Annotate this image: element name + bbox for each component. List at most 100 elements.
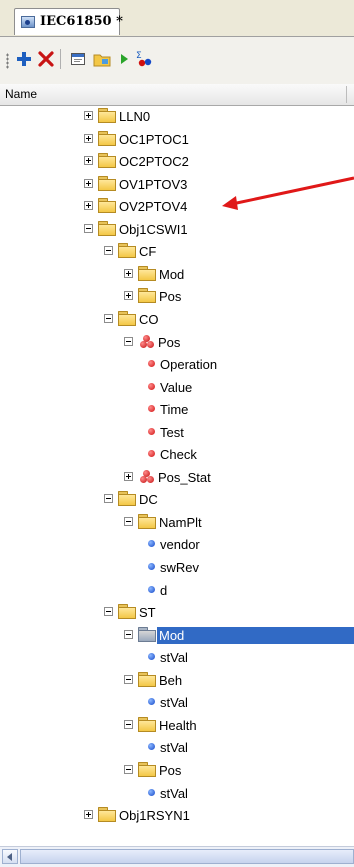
- folder-icon: [138, 627, 156, 642]
- toolbar: Σ: [0, 37, 354, 85]
- window-button[interactable]: [68, 49, 88, 69]
- horizontal-scrollbar[interactable]: [0, 846, 354, 867]
- collapse-icon[interactable]: [124, 720, 133, 729]
- tab-iec61850[interactable]: IEC61850 *: [14, 8, 123, 35]
- expand-icon[interactable]: [124, 269, 133, 278]
- tree-node-label: swRev: [160, 560, 200, 575]
- folder-icon: [98, 198, 116, 213]
- collapse-icon[interactable]: [124, 675, 133, 684]
- collapse-icon[interactable]: [84, 224, 93, 233]
- folder-icon: [93, 54, 111, 67]
- toolbar-separator: [60, 49, 61, 69]
- tree-node-label: Obj1CSWI1: [119, 222, 188, 237]
- tree-node-label: OC2PTOC2: [119, 154, 189, 169]
- folder-icon: [138, 288, 156, 303]
- tree-node-label: OV1PTOV3: [119, 177, 188, 192]
- folder-icon: [138, 762, 156, 777]
- blue-attribute-icon: [148, 743, 155, 750]
- window-icon: [71, 53, 85, 65]
- folder-icon: [138, 266, 156, 281]
- expand-icon[interactable]: [124, 291, 133, 300]
- tree-node-label: stVal: [160, 740, 188, 755]
- scroll-thumb[interactable]: [20, 849, 354, 864]
- scroll-left-button[interactable]: [2, 849, 18, 864]
- sum-button[interactable]: Σ: [134, 49, 154, 69]
- collapse-icon[interactable]: [104, 246, 113, 255]
- folder-icon: [138, 514, 156, 529]
- play-icon: [121, 54, 128, 64]
- control-object-icon: [140, 335, 154, 348]
- folder-icon: [98, 221, 116, 236]
- explorer-panel: IEC61850 * Σ Name LLN0 OC1PTOC1 OC2PTOC2 OV…: [0, 0, 354, 867]
- folder-icon: [98, 108, 116, 123]
- tree-node-label: Time: [160, 402, 189, 417]
- expand-icon[interactable]: [84, 111, 93, 120]
- document-icon: [21, 16, 35, 28]
- tab-label: IEC61850 *: [40, 14, 123, 29]
- tree-node-label: CF: [139, 244, 157, 259]
- tree-node-label: LLN0: [119, 109, 151, 124]
- folder-icon: [98, 176, 116, 191]
- folder-icon: [118, 243, 136, 258]
- column-header-name[interactable]: Name: [0, 84, 354, 106]
- sum-icon: Σ: [136, 51, 152, 67]
- delete-icon: [38, 51, 54, 67]
- expand-icon[interactable]: [84, 810, 93, 819]
- tree-node-label: Check: [160, 447, 197, 462]
- tree-node-label: Mod: [157, 627, 354, 644]
- svg-text:Σ: Σ: [136, 51, 142, 61]
- folder-icon: [118, 604, 136, 619]
- blue-attribute-icon: [148, 698, 155, 705]
- expand-icon[interactable]: [84, 201, 93, 210]
- tree-node-label: stVal: [160, 650, 188, 665]
- tree-node-label: Pos_Stat: [158, 470, 211, 485]
- tree-node-label: Pos: [159, 289, 182, 304]
- tree-node-label: CO: [139, 312, 159, 327]
- tree-node-label: Obj1RSYN1: [119, 808, 190, 823]
- folder-icon: [138, 717, 156, 732]
- tree-node-label: OV2PTOV4: [119, 199, 188, 214]
- delete-button[interactable]: [36, 49, 56, 69]
- red-attribute-icon: [148, 383, 155, 390]
- tree-node-label: Operation: [160, 357, 218, 372]
- red-attribute-icon: [148, 360, 155, 367]
- tree-node-label: Value: [160, 380, 193, 395]
- expand-icon[interactable]: [84, 156, 93, 165]
- tree-node-label: Test: [160, 425, 184, 440]
- play-button[interactable]: [114, 49, 134, 69]
- collapse-icon[interactable]: [124, 337, 133, 346]
- collapse-icon[interactable]: [104, 607, 113, 616]
- control-object-icon: [140, 470, 154, 483]
- add-button[interactable]: [14, 49, 34, 69]
- toolbar-grip[interactable]: [6, 53, 9, 69]
- red-attribute-icon: [148, 428, 155, 435]
- tree-node-label: Beh: [159, 673, 183, 688]
- blue-attribute-icon: [148, 540, 155, 547]
- folder-icon: [118, 311, 136, 326]
- red-attribute-icon: [148, 405, 155, 412]
- tree-node-label: stVal: [160, 695, 188, 710]
- collapse-icon[interactable]: [124, 517, 133, 526]
- column-divider[interactable]: [346, 86, 347, 103]
- collapse-icon[interactable]: [104, 494, 113, 503]
- red-attribute-icon: [148, 450, 155, 457]
- blue-attribute-icon: [148, 563, 155, 570]
- folder-icon: [98, 153, 116, 168]
- expand-icon[interactable]: [84, 179, 93, 188]
- tree-view[interactable]: LLN0 OC1PTOC1 OC2PTOC2 OV1PTOV3 OV2PTOV4 Obj1…: [0, 106, 354, 846]
- tree-node-label: d: [160, 583, 168, 598]
- red-arrow-annotation: [222, 176, 354, 210]
- blue-attribute-icon: [148, 789, 155, 796]
- tree-node-label: Health: [159, 718, 197, 733]
- folder-button[interactable]: [92, 49, 112, 69]
- expand-icon[interactable]: [124, 472, 133, 481]
- collapse-icon[interactable]: [124, 630, 133, 639]
- expand-icon[interactable]: [84, 134, 93, 143]
- collapse-icon[interactable]: [124, 765, 133, 774]
- tree-node-label: vendor: [160, 537, 200, 552]
- folder-icon: [138, 672, 156, 687]
- tree-node-label: stVal: [160, 786, 188, 801]
- tree-node-label: Mod: [159, 267, 185, 282]
- collapse-icon[interactable]: [104, 314, 113, 323]
- blue-attribute-icon: [148, 653, 155, 660]
